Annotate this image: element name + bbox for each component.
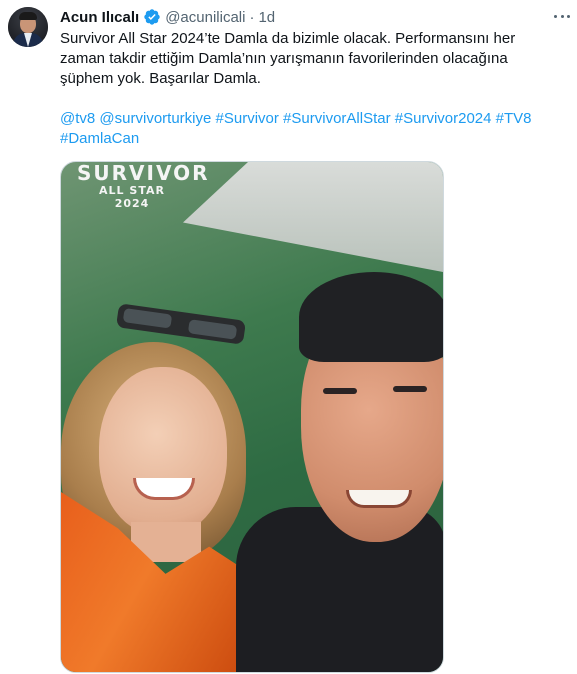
- author-name[interactable]: Acun Ilıcalı: [60, 9, 139, 26]
- author-avatar[interactable]: [8, 7, 48, 47]
- sunglasses: [115, 303, 247, 345]
- hashtag-damlacan[interactable]: #DamlaCan: [60, 130, 139, 147]
- verified-badge-icon: [144, 9, 160, 25]
- tweet-media-photo[interactable]: SURVIVOR ALL STAR 2024: [60, 161, 444, 673]
- mention-survivorturkiye[interactable]: @survivorturkiye: [99, 110, 211, 127]
- more-options-icon[interactable]: [552, 8, 572, 24]
- woman-face: [99, 367, 227, 535]
- mention-tv8[interactable]: @tv8: [60, 110, 95, 127]
- man-black-shirt: [236, 507, 443, 672]
- tweet-text: Survivor All Star 2024’te Damla da bizim…: [60, 29, 565, 89]
- man-hair: [299, 272, 443, 362]
- man-smile: [346, 490, 412, 508]
- tweet: Acun Ilıcalı @acunilicali · 1d Survivor …: [0, 0, 577, 674]
- tweet-timestamp[interactable]: 1d: [258, 9, 275, 26]
- tweet-text-line: şüphem yok. Başarılar Damla.: [60, 70, 261, 87]
- tweet-tags: @tv8 @survivorturkiye #Survivor #Survivo…: [60, 109, 565, 149]
- photo-background-wall: [183, 162, 443, 272]
- hashtag-survivorallstar[interactable]: #SurvivorAllStar: [283, 110, 391, 127]
- separator-dot: ·: [249, 8, 255, 26]
- tweet-text-line: zaman takdir ettiğim Damla’nın yarışmanı…: [60, 50, 508, 67]
- logo-line-1: SURVIVOR: [77, 161, 210, 185]
- man-eyebrows: [323, 388, 357, 394]
- survivor-logo: SURVIVOR ALL STAR 2024: [77, 161, 210, 210]
- logo-line-3: 2024: [114, 197, 150, 210]
- hashtag-survivor[interactable]: #Survivor: [216, 110, 279, 127]
- logo-line-2: ALL STAR: [99, 184, 165, 197]
- tweet-text-line: Survivor All Star 2024’te Damla da bizim…: [60, 30, 516, 47]
- tweet-header: Acun Ilıcalı @acunilicali · 1d: [60, 6, 275, 28]
- author-handle[interactable]: @acunilicali: [165, 9, 245, 26]
- hashtag-survivor2024[interactable]: #Survivor2024: [395, 110, 492, 127]
- hashtag-tv8[interactable]: #TV8: [496, 110, 532, 127]
